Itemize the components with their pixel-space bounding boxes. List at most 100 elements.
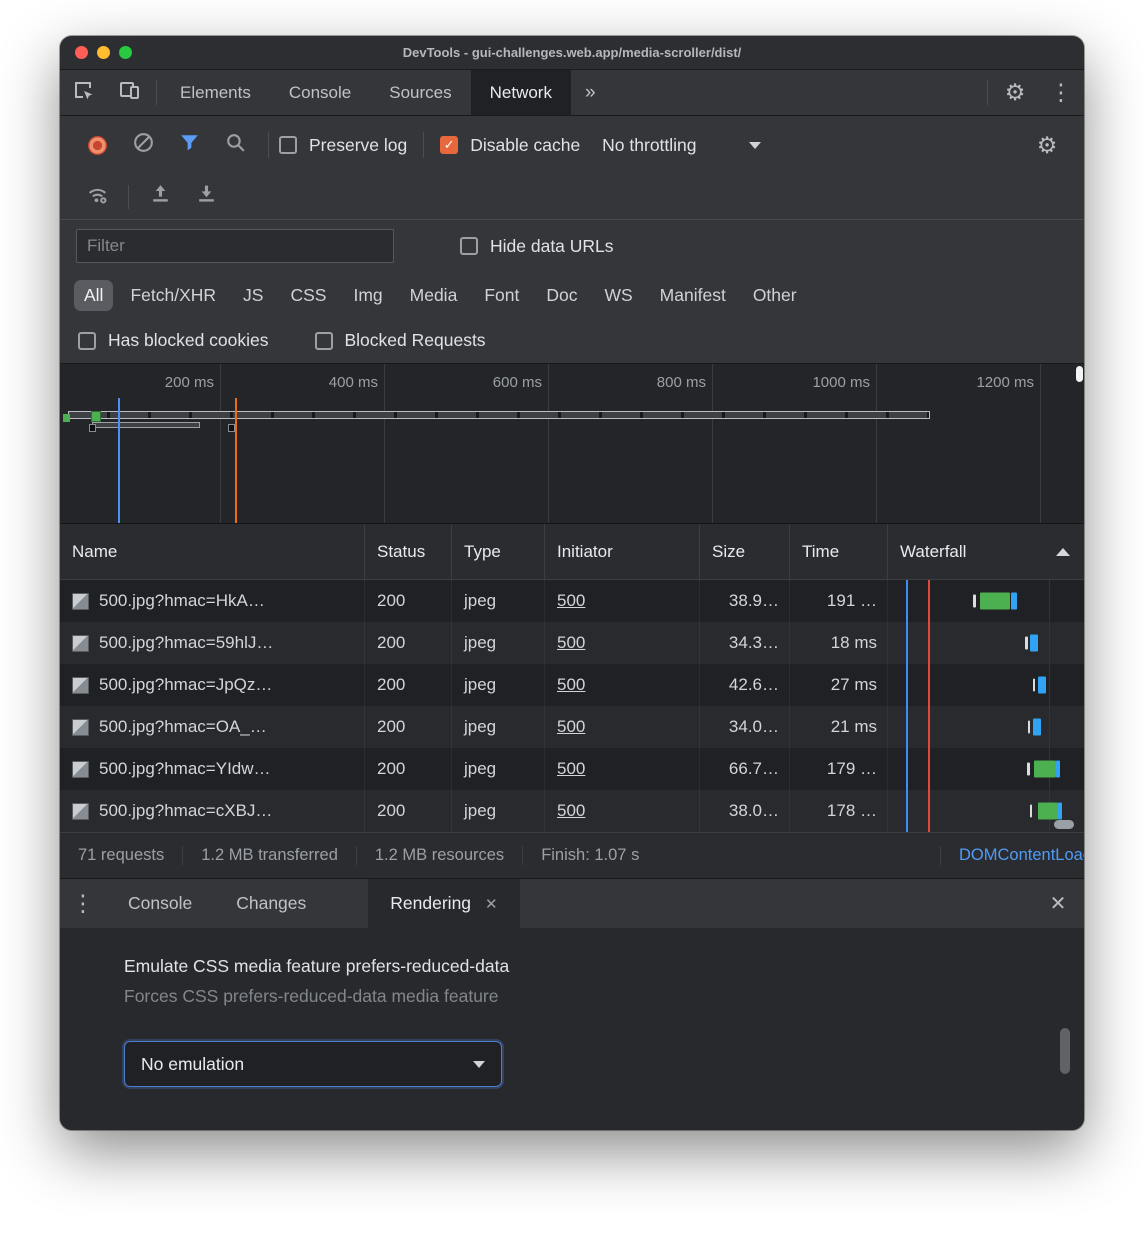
network-overview-timeline[interactable]: 200 ms 400 ms 600 ms 800 ms 1000 ms 1200… — [60, 364, 1084, 524]
column-header-status[interactable]: Status — [365, 524, 452, 579]
filter-chip-other[interactable]: Other — [743, 280, 807, 311]
column-header-time[interactable]: Time — [790, 524, 888, 579]
overview-request-mark — [63, 414, 70, 422]
column-header-type[interactable]: Type — [452, 524, 545, 579]
disable-cache-checkbox[interactable]: Disable cache — [440, 135, 580, 156]
overview-tick-label: 800 ms — [657, 374, 706, 391]
cell-status: 200 — [365, 664, 452, 706]
table-row[interactable]: 500.jpg?hmac=59hlJ… 200 jpeg 500 34.3… 1… — [60, 622, 1084, 664]
column-header-initiator[interactable]: Initiator — [545, 524, 700, 579]
table-row[interactable]: 500.jpg?hmac=JpQz… 200 jpeg 500 42.6… 27… — [60, 664, 1084, 706]
drawer-scrollbar-thumb[interactable] — [1060, 1028, 1070, 1074]
hide-data-urls-checkbox[interactable]: Hide data URLs — [460, 236, 614, 257]
more-tabs-button[interactable]: » — [571, 70, 610, 115]
cell-time: 18 ms — [790, 622, 888, 664]
network-conditions-icon — [84, 182, 111, 212]
image-thumbnail — [72, 593, 89, 610]
waterfall-segment-download — [1030, 635, 1038, 652]
tab-sources[interactable]: Sources — [370, 70, 470, 115]
tab-elements[interactable]: Elements — [161, 70, 270, 115]
table-row[interactable]: 500.jpg?hmac=YIdw… 200 jpeg 500 66.7… 17… — [60, 748, 1084, 790]
import-har-button[interactable] — [137, 174, 183, 219]
search-button[interactable] — [212, 116, 258, 174]
devtools-settings-button[interactable]: ⚙ — [992, 70, 1038, 115]
waterfall-bar — [888, 706, 1084, 748]
close-drawer-button[interactable]: ✕ — [1032, 879, 1084, 928]
initiator-link[interactable]: 500 — [557, 717, 585, 737]
overview-scrollbar-thumb[interactable] — [1076, 366, 1083, 382]
filter-chip-all[interactable]: All — [74, 280, 113, 311]
record-network-log-button[interactable] — [74, 116, 120, 174]
devtools-menu-button[interactable]: ⋮ — [1038, 70, 1084, 115]
filter-chip-js[interactable]: JS — [233, 280, 273, 311]
search-icon — [223, 130, 248, 160]
network-toolbar: Preserve log Disable cache No throttling… — [60, 116, 1084, 174]
table-row[interactable]: 500.jpg?hmac=cXBJ… 200 jpeg 500 38.0… 17… — [60, 790, 1084, 832]
filter-chip-doc[interactable]: Doc — [536, 280, 587, 311]
filter-toggle-button[interactable] — [166, 116, 212, 174]
minimize-window-button[interactable] — [97, 46, 110, 59]
cell-time: 21 ms — [790, 706, 888, 748]
filter-chip-css[interactable]: CSS — [280, 280, 336, 311]
tab-network[interactable]: Network — [471, 70, 571, 115]
zoom-window-button[interactable] — [119, 46, 132, 59]
preserve-log-checkbox[interactable]: Preserve log — [279, 135, 407, 156]
waterfall-load-line — [928, 706, 930, 748]
filter-chip-media[interactable]: Media — [400, 280, 468, 311]
export-har-button[interactable] — [183, 174, 229, 219]
has-blocked-cookies-label: Has blocked cookies — [108, 330, 269, 351]
column-header-name[interactable]: Name — [60, 524, 365, 579]
cell-name: 500.jpg?hmac=cXBJ… — [60, 790, 365, 832]
filter-chip-manifest[interactable]: Manifest — [650, 280, 736, 311]
table-row[interactable]: 500.jpg?hmac=OA_… 200 jpeg 500 34.0… 21 … — [60, 706, 1084, 748]
filter-input[interactable] — [76, 229, 394, 263]
table-row[interactable]: 500.jpg?hmac=HkA… 200 jpeg 500 38.9… 191… — [60, 580, 1084, 622]
summary-finish-time: Finish: 1.07 s — [522, 846, 657, 865]
waterfall-segment-tick — [1030, 805, 1032, 818]
cell-waterfall — [888, 664, 1084, 706]
waterfall-load-line — [928, 622, 930, 664]
initiator-link[interactable]: 500 — [557, 801, 585, 821]
network-conditions-button[interactable] — [74, 174, 120, 219]
window-title: DevTools - gui-challenges.web.app/media-… — [403, 45, 742, 60]
close-tab-icon[interactable]: ✕ — [485, 895, 498, 913]
waterfall-segment-tick — [1027, 763, 1029, 776]
clear-icon — [131, 130, 156, 160]
has-blocked-cookies-checkbox[interactable]: Has blocked cookies — [78, 330, 269, 351]
waterfall-segment-download — [1058, 803, 1062, 820]
filter-chip-ws[interactable]: WS — [594, 280, 642, 311]
waterfall-segment-wait — [1034, 761, 1056, 778]
inspect-element-button[interactable] — [60, 70, 106, 115]
waterfall-dcl-line — [906, 706, 908, 748]
filter-chip-fetch-xhr[interactable]: Fetch/XHR — [120, 280, 226, 311]
column-header-size[interactable]: Size — [700, 524, 790, 579]
gear-icon: ⚙ — [1037, 134, 1058, 157]
blocked-requests-checkbox[interactable]: Blocked Requests — [315, 330, 486, 351]
cell-type: jpeg — [452, 580, 545, 622]
column-header-waterfall[interactable]: Waterfall — [888, 524, 1084, 579]
table-horizontal-scrollbar-thumb[interactable] — [1054, 820, 1074, 829]
tab-console[interactable]: Console — [270, 70, 370, 115]
throttling-select[interactable]: No throttling — [602, 135, 760, 156]
waterfall-load-line — [928, 748, 930, 790]
initiator-link[interactable]: 500 — [557, 675, 585, 695]
column-label: Size — [712, 542, 745, 562]
drawer-tab-rendering[interactable]: Rendering ✕ — [368, 879, 519, 928]
checkbox-box — [315, 332, 333, 350]
waterfall-segment-download — [1033, 719, 1041, 736]
filter-chip-font[interactable]: Font — [474, 280, 529, 311]
drawer-tab-changes[interactable]: Changes — [214, 879, 328, 928]
drawer-tab-console[interactable]: Console — [106, 879, 214, 928]
clear-network-log-button[interactable] — [120, 116, 166, 174]
network-settings-button[interactable]: ⚙ — [1024, 116, 1070, 174]
cell-initiator: 500 — [545, 664, 700, 706]
drawer-menu-button[interactable]: ⋮ — [60, 879, 106, 928]
device-toolbar-button[interactable] — [106, 70, 152, 115]
waterfall-segment-wait — [1038, 803, 1058, 820]
close-window-button[interactable] — [75, 46, 88, 59]
initiator-link[interactable]: 500 — [557, 633, 585, 653]
initiator-link[interactable]: 500 — [557, 591, 585, 611]
emulation-select[interactable]: No emulation — [124, 1041, 502, 1087]
initiator-link[interactable]: 500 — [557, 759, 585, 779]
filter-chip-img[interactable]: Img — [343, 280, 392, 311]
